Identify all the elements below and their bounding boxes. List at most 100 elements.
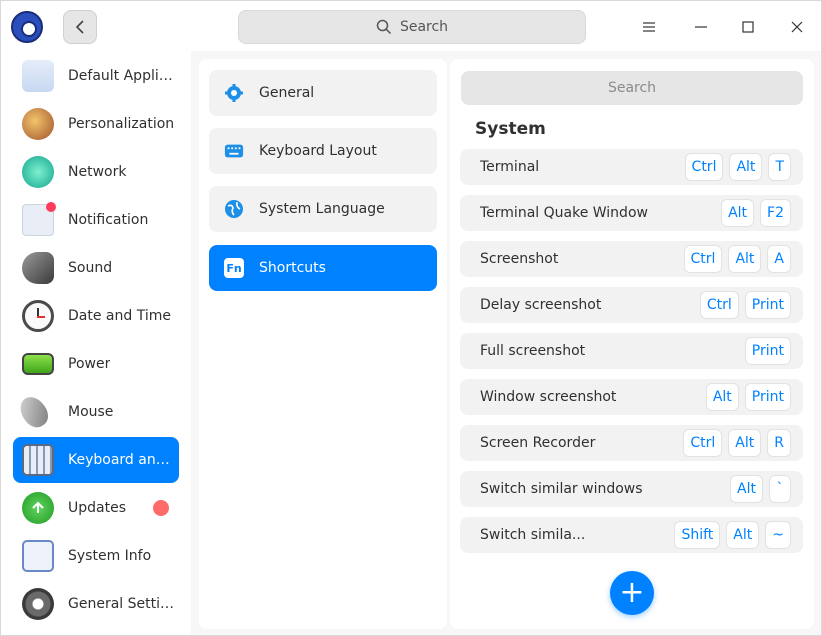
category-label: Shortcuts: [259, 260, 326, 276]
top-search-placeholder: Search: [399, 19, 449, 35]
sidebar-item-label: Notification: [68, 212, 149, 228]
menu-icon: [643, 22, 655, 32]
shortcut-row[interactable]: Screenshot Ctrl Alt A: [460, 241, 803, 277]
search-icon: [376, 19, 391, 35]
keyboard-icon: [224, 141, 244, 161]
shortcut-label: Terminal Quake Window: [480, 205, 648, 221]
shortcut-label: Terminal: [480, 159, 540, 175]
category-label: General: [259, 85, 315, 101]
category-keyboard-layout[interactable]: Keyboard Layout: [209, 128, 437, 174]
shortcut-search-input[interactable]: Search: [461, 71, 803, 105]
minimize-button[interactable]: [689, 15, 713, 39]
sidebar-item-updates[interactable]: Updates: [13, 485, 179, 531]
maximize-icon: [742, 21, 754, 33]
shortcut-row[interactable]: Terminal Quake Window Alt F2: [460, 195, 803, 231]
category-label: Keyboard Layout: [259, 143, 377, 159]
sidebar-item-label: Sound: [68, 260, 113, 276]
sidebar-item-mouse[interactable]: Mouse: [13, 389, 179, 435]
shortcut-row[interactable]: Screen Recorder Ctrl Alt R: [460, 425, 803, 461]
keyboard-category-list: General Keyboard Layout System Language …: [199, 59, 447, 629]
shortcut-keys[interactable]: Ctrl Alt A: [683, 245, 791, 273]
app-logo-icon: [11, 11, 43, 43]
sidebar-item-label: Keyboard and ...: [68, 452, 176, 468]
sidebar-item-personalization[interactable]: Personalization: [13, 101, 179, 147]
network-icon: [22, 156, 54, 188]
default-apps-icon: [22, 60, 54, 92]
mouse-icon: [14, 392, 54, 432]
maximize-button[interactable]: [736, 15, 760, 39]
close-button[interactable]: [785, 15, 809, 39]
gear-icon: [22, 588, 54, 620]
add-shortcut-button[interactable]: +: [610, 571, 654, 615]
shortcut-keys[interactable]: Ctrl Alt T: [684, 153, 791, 181]
sidebar-item-notification[interactable]: Notification: [13, 197, 179, 243]
menu-button[interactable]: [637, 15, 661, 39]
sidebar-item-sound[interactable]: Sound: [13, 245, 179, 291]
shortcut-row[interactable]: Terminal Ctrl Alt T: [460, 149, 803, 185]
notification-icon: [22, 202, 56, 236]
key-cap: Alt: [729, 153, 763, 181]
shortcut-label: Screenshot: [480, 251, 559, 267]
shortcut-row[interactable]: Switch similar windows Alt `: [460, 471, 803, 507]
update-badge: [153, 500, 169, 516]
shortcut-label: Switch simila...: [480, 527, 586, 543]
shortcut-keys[interactable]: Print: [744, 337, 791, 365]
titlebar: Search: [1, 1, 821, 51]
sidebar-item-system-info[interactable]: System Info: [13, 533, 179, 579]
shortcut-keys[interactable]: Ctrl Alt R: [683, 429, 791, 457]
shortcut-row[interactable]: Switch simila... Shift Alt ~: [460, 517, 803, 553]
key-cap: R: [767, 429, 791, 457]
sidebar-item-label: System Info: [68, 548, 152, 564]
category-shortcuts[interactable]: Fn Shortcuts: [209, 245, 437, 291]
update-arrow-icon: [22, 492, 54, 524]
chevron-left-icon: [75, 20, 84, 34]
sidebar-item-label: Default Applic...: [68, 68, 176, 84]
key-cap: T: [768, 153, 791, 181]
shortcut-row[interactable]: Full screenshot Print: [460, 333, 803, 369]
shortcut-label: Delay screenshot: [480, 297, 602, 313]
clock-icon: [22, 300, 54, 332]
shortcut-label: Screen Recorder: [480, 435, 596, 451]
key-cap: F2: [760, 199, 791, 227]
sidebar-item-network[interactable]: Network: [13, 149, 179, 195]
back-button[interactable]: [63, 10, 97, 44]
fn-key-icon: Fn: [224, 258, 244, 278]
sidebar-item-label: General Settin...: [68, 596, 176, 612]
key-cap: A: [767, 245, 791, 273]
keyboard-icon: [22, 444, 54, 476]
key-cap: Print: [744, 383, 791, 411]
key-cap: Alt: [721, 199, 755, 227]
sidebar-item-keyboard-and-language[interactable]: Keyboard and ...: [13, 437, 179, 483]
key-cap: Alt: [728, 429, 762, 457]
sidebar-item-label: Mouse: [68, 404, 114, 420]
shortcut-keys[interactable]: Alt F2: [721, 199, 791, 227]
category-system-language[interactable]: System Language: [209, 186, 437, 232]
shortcut-keys[interactable]: Ctrl Print: [699, 291, 791, 319]
shortcut-row[interactable]: Window screenshot Alt Print: [460, 379, 803, 415]
key-cap: Ctrl: [683, 429, 723, 457]
shortcut-keys[interactable]: Shift Alt ~: [674, 521, 791, 549]
key-cap: `: [769, 475, 791, 503]
shortcut-row[interactable]: Delay screenshot Ctrl Print: [460, 287, 803, 323]
key-cap: Ctrl: [684, 153, 724, 181]
shortcuts-panel: Search System Terminal Ctrl Alt T Termin…: [450, 59, 814, 629]
sidebar-item-label: Power: [68, 356, 111, 372]
gear-icon: [224, 83, 244, 103]
key-cap: Shift: [674, 521, 721, 549]
sidebar-item-general-settings[interactable]: General Settin...: [13, 581, 179, 627]
key-cap: Alt: [728, 245, 762, 273]
fn-glyph: Fn: [226, 261, 242, 275]
shortcut-keys[interactable]: Alt Print: [705, 383, 791, 411]
top-search-box[interactable]: Search: [238, 10, 586, 44]
sidebar-item-label: Date and Time: [68, 308, 171, 324]
plus-icon: +: [619, 575, 645, 610]
category-general[interactable]: General: [209, 70, 437, 116]
close-icon: [791, 21, 803, 33]
sidebar-item-power[interactable]: Power: [13, 341, 179, 387]
globe-icon: [224, 199, 244, 219]
key-cap: Print: [744, 291, 791, 319]
sidebar-item-default-applications[interactable]: Default Applic...: [13, 53, 179, 99]
shortcut-label: Switch similar windows: [480, 481, 643, 497]
sidebar-item-date-and-time[interactable]: Date and Time: [13, 293, 179, 339]
shortcut-keys[interactable]: Alt `: [730, 475, 791, 503]
